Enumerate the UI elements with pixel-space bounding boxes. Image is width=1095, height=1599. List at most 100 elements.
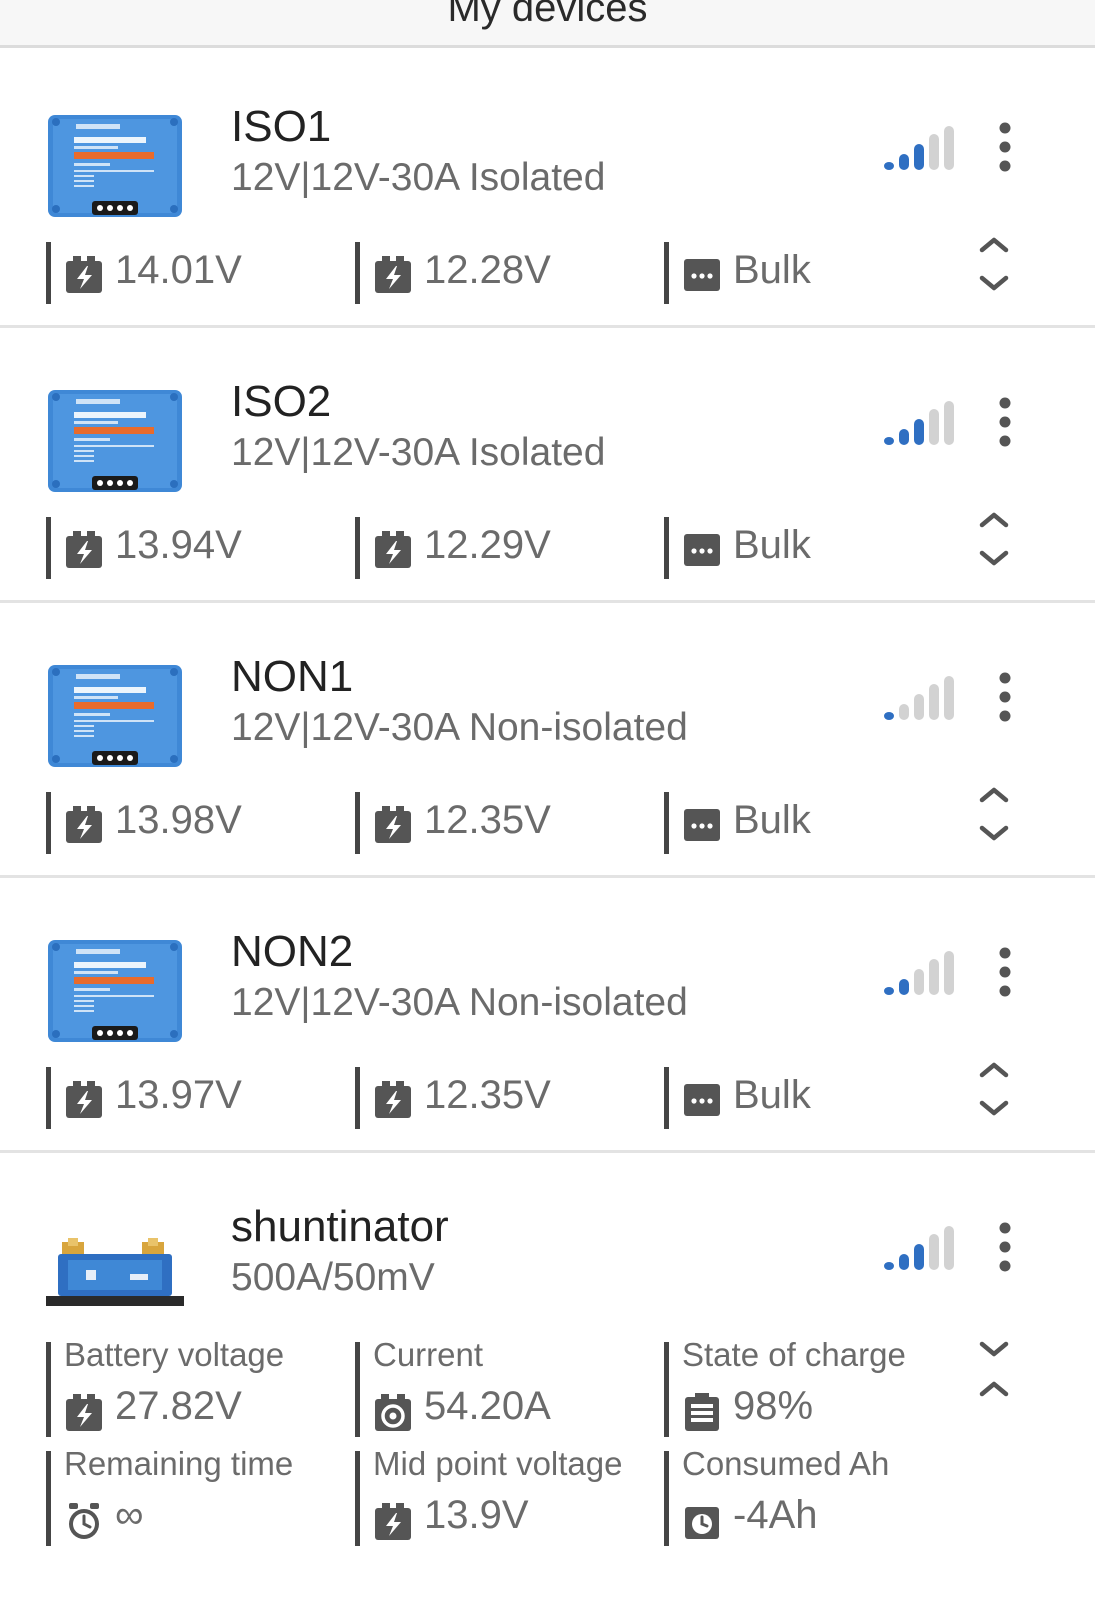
metric-value: 13.94V [115,523,242,567]
metric-label: Current [373,1336,484,1373]
metric-value: 98% [733,1384,814,1428]
metric-output-voltage: 12.29V [355,517,655,579]
metric-value: Bulk [733,798,811,842]
orion-device-icon [46,387,184,497]
battery-icon [65,804,103,844]
signal-bar [944,676,954,720]
signal-bar [944,401,954,445]
signal-bar [884,987,894,995]
more-options-icon[interactable] [985,122,1025,174]
state-icon [683,254,721,294]
signal-strength-icon [884,126,954,170]
metric-consumed-ah: Consumed Ah -4Ah [664,1445,954,1546]
signal-bar [884,437,894,445]
metric-charge-state: Bulk [664,517,944,579]
expand-toggle-icon[interactable] [974,786,1014,844]
signal-strength-icon [884,1226,954,1270]
device-card-shuntinator[interactable]: shuntinator 500A/50mV Battery voltage 27… [0,1153,1095,1599]
signal-bar [944,1226,954,1270]
battery-icon [374,254,412,294]
metric-label: State of charge [682,1336,906,1373]
device-name: ISO1 [231,102,332,151]
signal-bar [914,144,924,170]
metric-current: Current 54.20A [355,1336,655,1437]
device-card-non2[interactable]: NON2 12V|12V-30A Non-isolated 13.97V 12.… [0,878,1095,1153]
clock-icon [65,1501,103,1541]
battery-icon [374,529,412,569]
metric-value: 13.98V [115,798,242,842]
metric-value: 27.82V [115,1384,242,1428]
metric-value: 12.29V [424,523,551,567]
metric-label: Battery voltage [64,1336,285,1373]
device-model: 12V|12V-30A Non-isolated [231,981,688,1024]
metric-value: 12.35V [424,1073,551,1117]
battery-icon [65,254,103,294]
current-icon [374,1392,412,1432]
more-options-icon[interactable] [985,1222,1025,1274]
battery-icon [65,1392,103,1432]
device-name: NON2 [231,927,354,976]
signal-bar [899,1254,909,1270]
device-model: 500A/50mV [231,1256,435,1299]
metric-value: -4Ah [733,1493,818,1537]
metric-value: 12.35V [424,798,551,842]
more-options-icon[interactable] [985,947,1025,999]
device-model: 12V|12V-30A Non-isolated [231,706,688,749]
state-icon [683,804,721,844]
metric-charge-state: Bulk [664,242,944,304]
metric-value: Bulk [733,1073,811,1117]
app-header: My devices [0,0,1095,48]
device-name: NON1 [231,652,354,701]
device-name: shuntinator [231,1202,449,1251]
signal-bar [929,684,939,720]
metric-state-of-charge: State of charge 98% [664,1336,954,1437]
orion-device-icon [46,662,184,772]
device-card-non1[interactable]: NON1 12V|12V-30A Non-isolated 13.98V 12.… [0,603,1095,878]
signal-strength-icon [884,401,954,445]
battery-icon [374,804,412,844]
orion-device-icon [46,937,184,1047]
metric-remaining-time: Remaining time ∞ [46,1445,346,1546]
metric-output-voltage: 12.28V [355,242,655,304]
metric-label: Consumed Ah [682,1445,890,1482]
signal-bar [914,419,924,445]
collapse-toggle-icon[interactable] [974,1340,1014,1398]
consumed-icon [683,1501,721,1541]
battery-icon [374,1501,412,1541]
device-model: 12V|12V-30A Isolated [231,156,606,199]
metric-input-voltage: 14.01V [46,242,346,304]
signal-strength-icon [884,951,954,995]
signal-strength-icon [884,676,954,720]
state-icon [683,529,721,569]
page-title: My devices [447,0,648,30]
metric-input-voltage: 13.94V [46,517,346,579]
signal-bar [884,162,894,170]
metric-battery-voltage: Battery voltage 27.82V [46,1336,346,1437]
device-card-iso1[interactable]: ISO1 12V|12V-30A Isolated 14.01V 12.28V … [0,50,1095,328]
signal-bar [914,1244,924,1270]
orion-device-icon [46,112,184,222]
device-card-iso2[interactable]: ISO2 12V|12V-30A Isolated 13.94V 12.29V … [0,328,1095,603]
metric-output-voltage: 12.35V [355,1067,655,1129]
metric-value: 54.20A [424,1384,551,1428]
metric-input-voltage: 13.97V [46,1067,346,1129]
expand-toggle-icon[interactable] [974,1061,1014,1119]
metric-input-voltage: 13.98V [46,792,346,854]
battery-icon [374,1079,412,1119]
more-options-icon[interactable] [985,672,1025,724]
signal-bar [884,712,894,720]
metric-output-voltage: 12.35V [355,792,655,854]
signal-bar [929,134,939,170]
expand-toggle-icon[interactable] [974,236,1014,294]
signal-bar [929,409,939,445]
metric-value: ∞ [115,1493,144,1537]
more-options-icon[interactable] [985,397,1025,449]
metric-value: 14.01V [115,248,242,292]
device-name: ISO2 [231,377,332,426]
metric-charge-state: Bulk [664,792,944,854]
signal-bar [899,429,909,445]
expand-toggle-icon[interactable] [974,511,1014,569]
signal-bar [899,979,909,995]
soc-icon [683,1392,721,1432]
smartshunt-device-icon [46,1212,184,1322]
